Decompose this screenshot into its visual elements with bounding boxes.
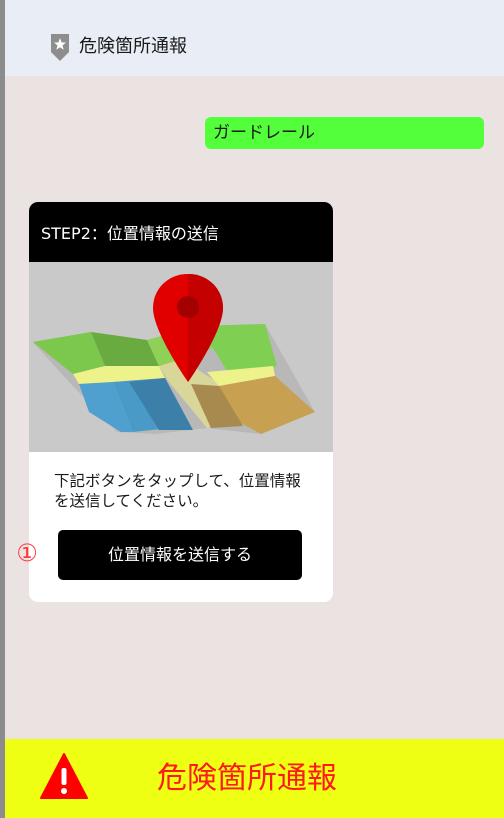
- card-instruction-text: 下記ボタンをタップして、位置情報を送信してください。: [54, 472, 301, 510]
- step-number-marker: ①: [16, 539, 38, 567]
- warning-triangle-icon: [40, 753, 88, 799]
- card-title: STEP2：位置情報の送信: [41, 224, 219, 243]
- chat-message-bubble: ガードレール: [205, 117, 484, 149]
- step-card: STEP2：位置情報の送信 下記ボタンをタップして、位置情報を送信してください。…: [29, 202, 333, 602]
- left-edge-bar: [0, 0, 5, 818]
- map-pin-illustration: [33, 274, 315, 434]
- app-header: 危険箇所通報: [5, 0, 504, 76]
- footer-bar[interactable]: 危険箇所通報: [5, 739, 504, 818]
- map-illustration: [29, 262, 333, 452]
- card-header: STEP2：位置情報の送信: [29, 202, 333, 262]
- send-location-button[interactable]: 位置情報を送信する: [58, 530, 302, 580]
- footer-title: 危険箇所通報: [157, 761, 337, 796]
- location-pin-star-icon: [51, 34, 69, 61]
- header-title: 危険箇所通報: [79, 36, 187, 57]
